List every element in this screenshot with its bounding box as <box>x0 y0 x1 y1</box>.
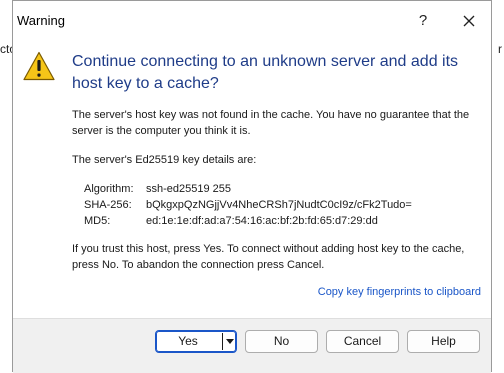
copy-fingerprints-link[interactable]: Copy key fingerprints to clipboard <box>318 286 481 298</box>
warning-dialog: Warning ? Continue connecting to an unkn… <box>12 0 492 373</box>
key-detail-value: ssh-ed25519 255 <box>146 183 232 195</box>
key-detail-value: bQkgxpQzNGjjVv4NheCRSh7jNudtC0cI9z/cFk2T… <box>146 199 412 211</box>
close-button[interactable] <box>457 9 481 33</box>
title-bar[interactable]: Warning ? <box>13 1 491 39</box>
dialog-title: Warning <box>17 13 65 28</box>
yes-dropdown-button[interactable] <box>224 331 236 352</box>
key-detail-row: Algorithm: ssh-ed25519 255 <box>84 181 412 197</box>
key-detail-value: ed:1e:1e:df:ad:a7:54:16:ac:bf:2b:fd:65:d… <box>146 215 378 227</box>
background-window-right: r <box>491 0 504 372</box>
cancel-button[interactable]: Cancel <box>326 330 399 353</box>
key-detail-label: Algorithm: <box>84 183 134 195</box>
key-detail-row: SHA-256: bQkgxpQzNGjjVv4NheCRSh7jNudtC0cI… <box>84 197 412 213</box>
host-key-warning-text: The server's host key was not found in t… <box>72 109 470 137</box>
warning-triangle-icon <box>23 51 55 81</box>
no-button[interactable]: No <box>245 330 318 353</box>
caret-down-icon <box>226 339 234 344</box>
dialog-content: Continue connecting to an unknown server… <box>13 39 491 318</box>
background-window-text-right: r <box>498 42 502 56</box>
instructions-text: If you trust this host, press Yes. To co… <box>72 243 465 271</box>
split-divider <box>222 333 223 350</box>
dialog-heading: Continue connecting to an unknown server… <box>72 53 459 92</box>
title-help-button[interactable]: ? <box>411 9 435 33</box>
key-detail-label: SHA-256: <box>84 199 132 211</box>
button-bar: Yes No Cancel Help <box>13 318 491 373</box>
key-detail-label: MD5: <box>84 215 111 227</box>
close-icon <box>463 15 475 27</box>
key-detail-row: MD5: ed:1e:1e:df:ad:a7:54:16:ac:bf:2b:fd:… <box>84 213 412 229</box>
yes-button-label[interactable]: Yes <box>156 331 220 352</box>
key-details: Algorithm: ssh-ed25519 255 SHA-256: bQkgxp… <box>84 181 412 229</box>
yes-split-button[interactable]: Yes <box>155 330 237 353</box>
help-button[interactable]: Help <box>407 330 480 353</box>
key-details-intro: The server's Ed25519 key details are: <box>72 154 257 166</box>
